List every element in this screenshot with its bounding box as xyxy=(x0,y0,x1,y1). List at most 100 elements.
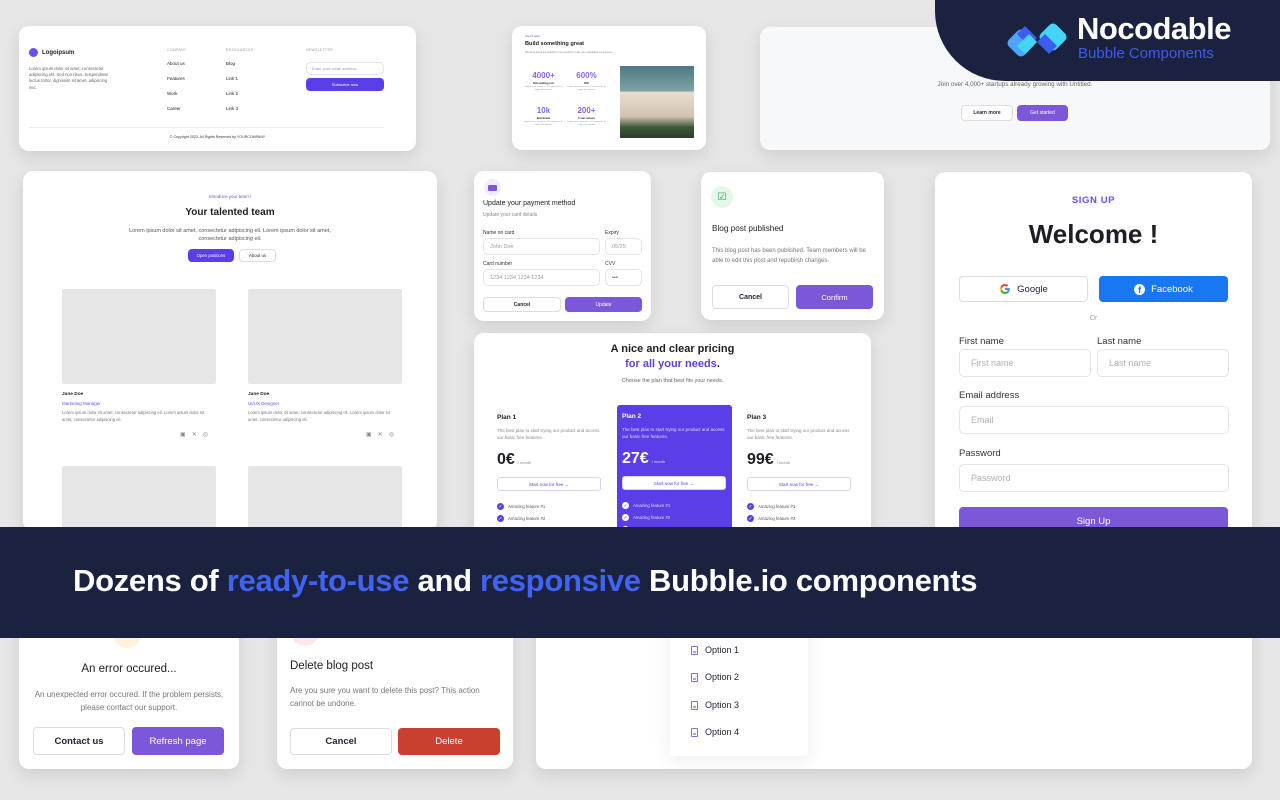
about-us-button[interactable]: About us xyxy=(239,249,276,262)
dropdown-option[interactable]: Option 4 xyxy=(691,727,739,737)
footer-link[interactable]: Career xyxy=(167,106,187,111)
start-free-button[interactable]: Start now for free → xyxy=(747,477,851,491)
footer-link[interactable]: Work xyxy=(167,91,187,96)
pricing-subtitle: Choose the plan that best fits your need… xyxy=(621,378,724,384)
stat-item: 10k Downloads Explain your benefit in 2-… xyxy=(521,106,566,127)
dropdown-option[interactable]: Option 2 xyxy=(691,672,739,682)
headline-highlight: responsive xyxy=(480,563,641,598)
member-photo-placeholder xyxy=(62,289,216,384)
footer-link[interactable]: Link 2 xyxy=(226,91,254,96)
team-member-card: Jane Doe Marketing Manager Lorem ipsum d… xyxy=(62,289,216,438)
member-role: UI/UX Designer xyxy=(248,401,280,406)
stat-description: Explain your benefit in 2-3 sentences to… xyxy=(524,121,563,126)
headline-text: and xyxy=(409,563,481,598)
footer-link[interactable]: About us xyxy=(167,61,187,66)
brand-name: Nocodable xyxy=(1077,11,1231,46)
credit-card-icon xyxy=(484,179,501,196)
team-member-card xyxy=(248,466,402,531)
blog-published-modal: ☑ Blog post published This blog post has… xyxy=(701,172,884,320)
signup-title: Welcome ! xyxy=(1028,219,1159,249)
footer-column-heading: RESSOURCES xyxy=(226,48,254,52)
open-positions-button[interactable]: Open positions xyxy=(188,249,234,262)
start-free-button[interactable]: Start now for free → xyxy=(622,476,726,490)
pricing-title-highlight: for all your needs. xyxy=(474,358,871,370)
get-started-button[interactable]: Get started xyxy=(1017,105,1068,121)
stat-value: 4000+ xyxy=(532,71,555,80)
expiry-input[interactable]: 05/25 xyxy=(605,238,642,255)
card-number-input[interactable]: 1234 1234 1234 1234 xyxy=(483,269,600,286)
confirm-button[interactable]: Confirm xyxy=(796,285,873,309)
delete-button[interactable]: Delete xyxy=(398,728,500,755)
cvv-input[interactable]: ••• xyxy=(605,269,642,286)
dribbble-icon[interactable]: ◎ xyxy=(203,431,208,438)
stat-value: 200+ xyxy=(577,106,596,115)
facebook-icon: f xyxy=(1134,283,1146,295)
cancel-button[interactable]: Cancel xyxy=(712,285,789,309)
google-signup-button[interactable]: Google xyxy=(959,276,1088,302)
stats-subtitle: Numbers about the benefits of our produc… xyxy=(525,51,613,54)
facebook-label: Facebook xyxy=(1151,283,1193,295)
last-name-input[interactable]: Last name xyxy=(1097,349,1229,377)
plan-description: The best plan to start trying our produc… xyxy=(622,427,725,439)
first-name-input[interactable]: First name xyxy=(959,349,1091,377)
cancel-button[interactable]: Cancel xyxy=(290,728,392,755)
headline-text: Dozens of xyxy=(73,563,227,598)
refresh-page-button[interactable]: Refresh page xyxy=(132,727,224,755)
facebook-signup-button[interactable]: f Facebook xyxy=(1099,276,1228,302)
plan-price-period: / month xyxy=(651,459,666,464)
member-bio: Lorem ipsum dolor sit amet, consectetur … xyxy=(62,410,204,422)
dropdown-option[interactable]: Option 1 xyxy=(691,645,739,655)
headline-text: Bubble.io components xyxy=(640,563,978,598)
headline-banner: Dozens of ready-to-use and responsive Bu… xyxy=(0,527,1280,638)
subscribe-button[interactable]: Subscribe now xyxy=(306,78,384,91)
start-free-button[interactable]: Start now for free → xyxy=(497,477,601,491)
pricing-title-dot: . xyxy=(716,358,720,370)
footer-link[interactable]: Blog xyxy=(226,61,254,66)
plan-price-amount: 0€ xyxy=(497,451,515,468)
delete-body: Are you sure you want to delete this pos… xyxy=(290,686,480,708)
cta-subtitle: Join over 4,000+ startups already growin… xyxy=(937,81,1093,88)
plan-price-period: / month xyxy=(776,460,791,465)
member-photo-placeholder xyxy=(248,289,402,384)
plan-price-amount: 99€ xyxy=(747,451,774,468)
team-member-card xyxy=(62,466,216,531)
learn-more-button[interactable]: Learn more xyxy=(961,105,1013,121)
footer-description: Lorem ipsum dolor sit amet, consectetur … xyxy=(29,66,109,90)
linkedin-icon[interactable]: ▣ xyxy=(366,431,372,438)
dribbble-icon[interactable]: ◎ xyxy=(389,431,394,438)
plan-feature: ✓ Amazing feature #2 xyxy=(497,515,612,522)
footer-link[interactable]: Features xyxy=(167,76,187,81)
check-square-icon: ☑ xyxy=(711,186,733,208)
footer-logo[interactable]: Logoipsum xyxy=(29,48,74,57)
x-icon[interactable]: ✕ xyxy=(378,431,383,438)
contact-us-button[interactable]: Contact us xyxy=(33,727,125,755)
member-name: Jane Doe xyxy=(248,392,270,397)
footer-link[interactable]: Link 1 xyxy=(226,76,254,81)
check-circle-icon: ✓ xyxy=(622,502,629,509)
building-photo xyxy=(620,66,694,138)
payment-title: Update your payment method xyxy=(483,200,576,207)
copyright-text: © Copyright 2023, All Rights Reserved by… xyxy=(169,135,266,139)
name-on-card-input[interactable]: John Doe xyxy=(483,238,600,255)
email-input[interactable]: Email xyxy=(959,406,1229,434)
feature-label: Amazing feature #1 xyxy=(508,504,546,509)
member-bio: Lorem ipsum dolor sit amet, consectetur … xyxy=(248,410,390,422)
brand-subtitle: Bubble Components xyxy=(1078,45,1214,62)
newsletter-email-input[interactable]: Enter your email address xyxy=(306,62,384,75)
footer-link[interactable]: Link 3 xyxy=(226,106,254,111)
footer-column-resources: RESSOURCES Blog Link 1 Link 2 Link 3 xyxy=(226,48,254,121)
stat-label: Beta waiting pool xyxy=(533,82,554,85)
option-label: Option 3 xyxy=(705,700,740,710)
name-on-card-label: Name on card xyxy=(483,230,515,236)
card-number-label: Card number xyxy=(483,261,513,267)
password-label: Password xyxy=(959,448,1001,459)
password-input[interactable]: Password xyxy=(959,464,1229,492)
error-body: An unexpected error occured. If the prob… xyxy=(34,690,224,712)
dropdown-option[interactable]: Option 3 xyxy=(691,700,739,710)
linkedin-icon[interactable]: ▣ xyxy=(180,431,186,438)
cancel-button[interactable]: Cancel xyxy=(483,297,561,312)
banner-headline: Dozens of ready-to-use and responsive Bu… xyxy=(73,563,977,599)
update-button[interactable]: Update xyxy=(565,297,642,312)
email-label: Email address xyxy=(959,390,1020,401)
x-icon[interactable]: ✕ xyxy=(192,431,197,438)
